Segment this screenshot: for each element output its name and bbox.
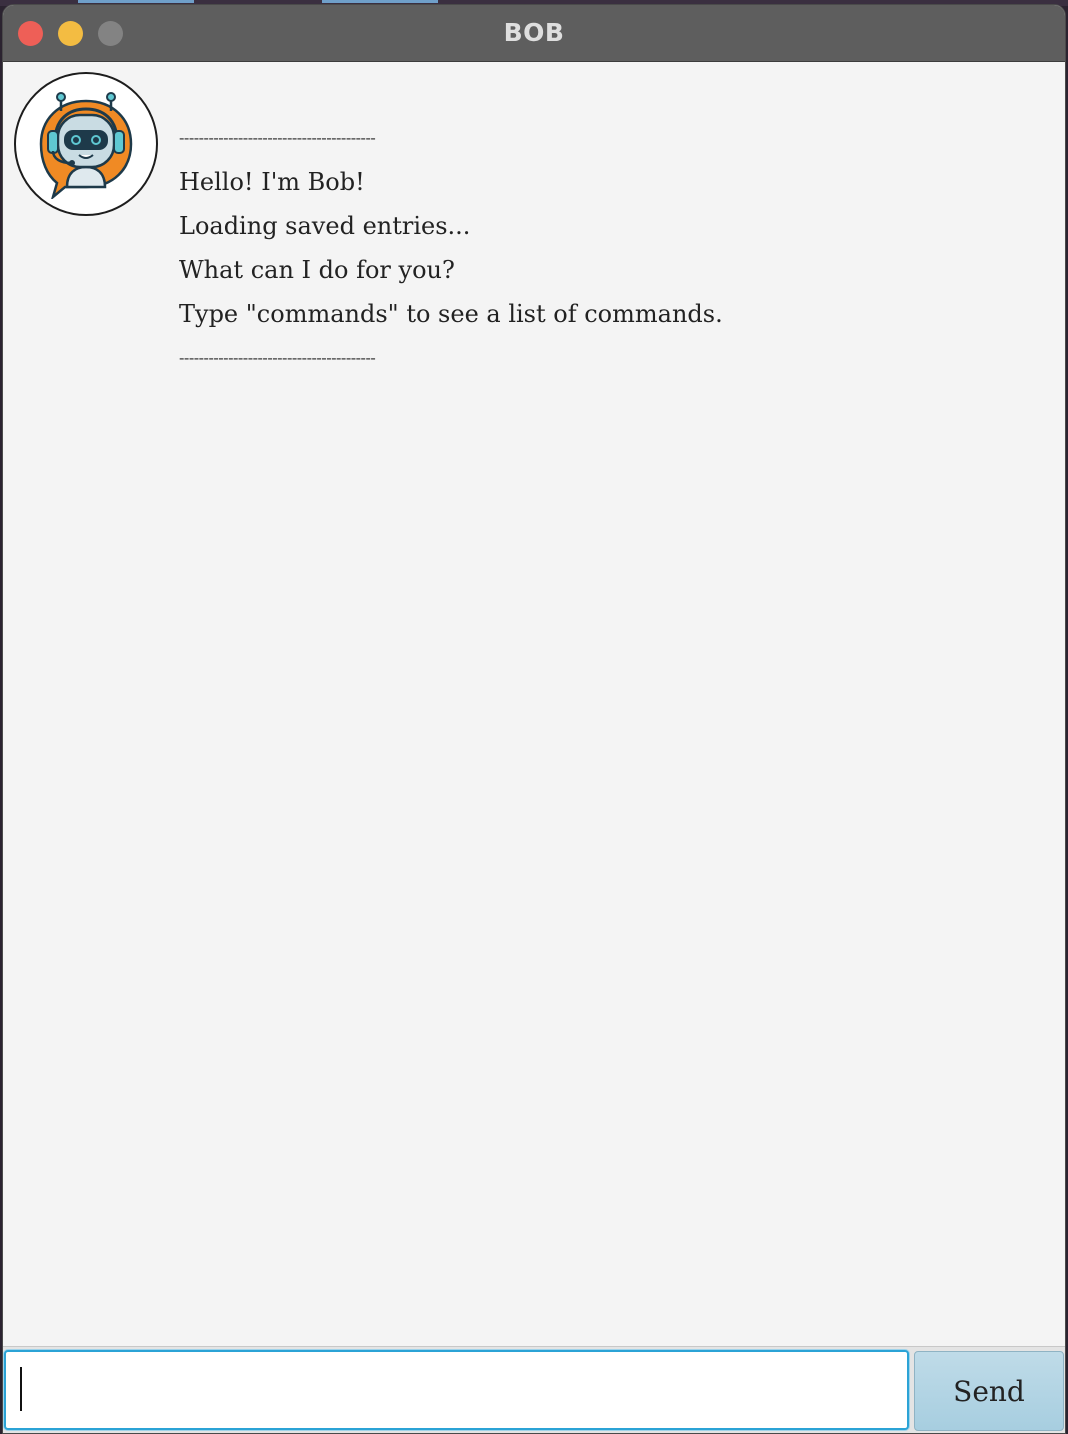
bot-avatar: [14, 72, 158, 216]
input-bar: Send: [3, 1346, 1065, 1433]
message-input[interactable]: [4, 1350, 909, 1430]
message-line: Hello! I'm Bob!: [179, 168, 365, 196]
robot-headset-icon: [39, 92, 133, 199]
background-tab-indicator: [78, 0, 194, 3]
window-title: BOB: [503, 18, 565, 47]
chat-scroll-pane[interactable]: ----------------------------------------…: [3, 62, 1065, 1346]
send-button[interactable]: Send: [914, 1351, 1064, 1431]
message-line: Type "commands" to see a list of command…: [179, 300, 723, 328]
background-tab-indicator: [322, 0, 438, 3]
title-bar[interactable]: BOB: [3, 5, 1065, 62]
bot-message-text: ----------------------------------------…: [179, 116, 723, 380]
message-separator: ----------------------------------------: [179, 128, 376, 147]
message-separator: ----------------------------------------: [179, 348, 376, 367]
app-window: BOB ------------------------------------…: [2, 4, 1066, 1434]
text-caret: [20, 1367, 22, 1411]
bot-message: ----------------------------------------…: [14, 72, 723, 380]
message-line: Loading saved entries...: [179, 212, 471, 240]
message-line: What can I do for you?: [179, 256, 455, 284]
